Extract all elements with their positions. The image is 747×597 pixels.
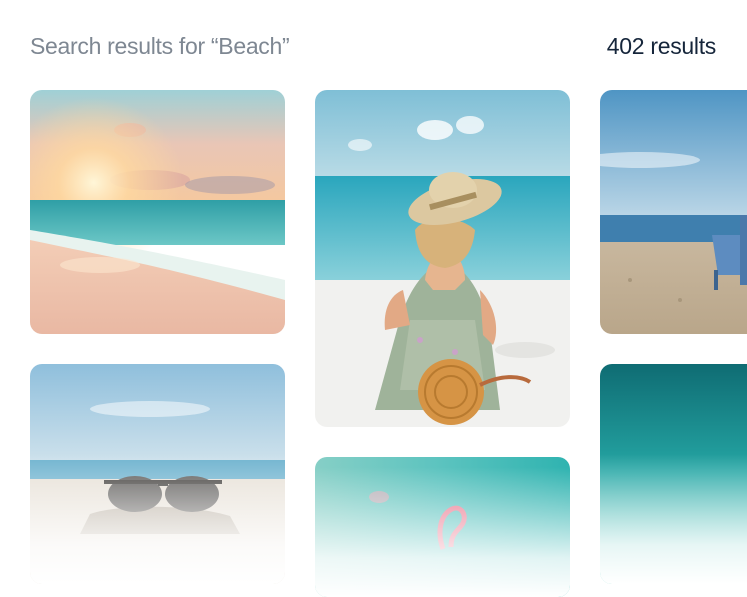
result-image-flamingo[interactable]	[315, 457, 570, 597]
result-count: 402 results	[606, 32, 717, 59]
sunset-ocean-photo	[30, 90, 285, 334]
result-image-beach-chair[interactable]	[600, 90, 747, 334]
flamingo-photo	[315, 457, 570, 597]
turquoise-sea-photo	[600, 364, 747, 584]
results-header: Search results for “Beach” 402 results	[30, 30, 716, 62]
search-results-heading: Search results for “Beach”	[30, 32, 290, 59]
woman-beach-photo	[315, 90, 570, 427]
result-image-sunset-ocean[interactable]	[30, 90, 285, 334]
beach-chair-photo	[600, 90, 747, 334]
sunglasses-photo	[30, 364, 285, 584]
result-image-woman-sun-hat[interactable]	[315, 90, 570, 427]
result-image-turquoise-sea[interactable]	[600, 364, 747, 584]
result-image-sunglasses[interactable]	[30, 364, 285, 584]
